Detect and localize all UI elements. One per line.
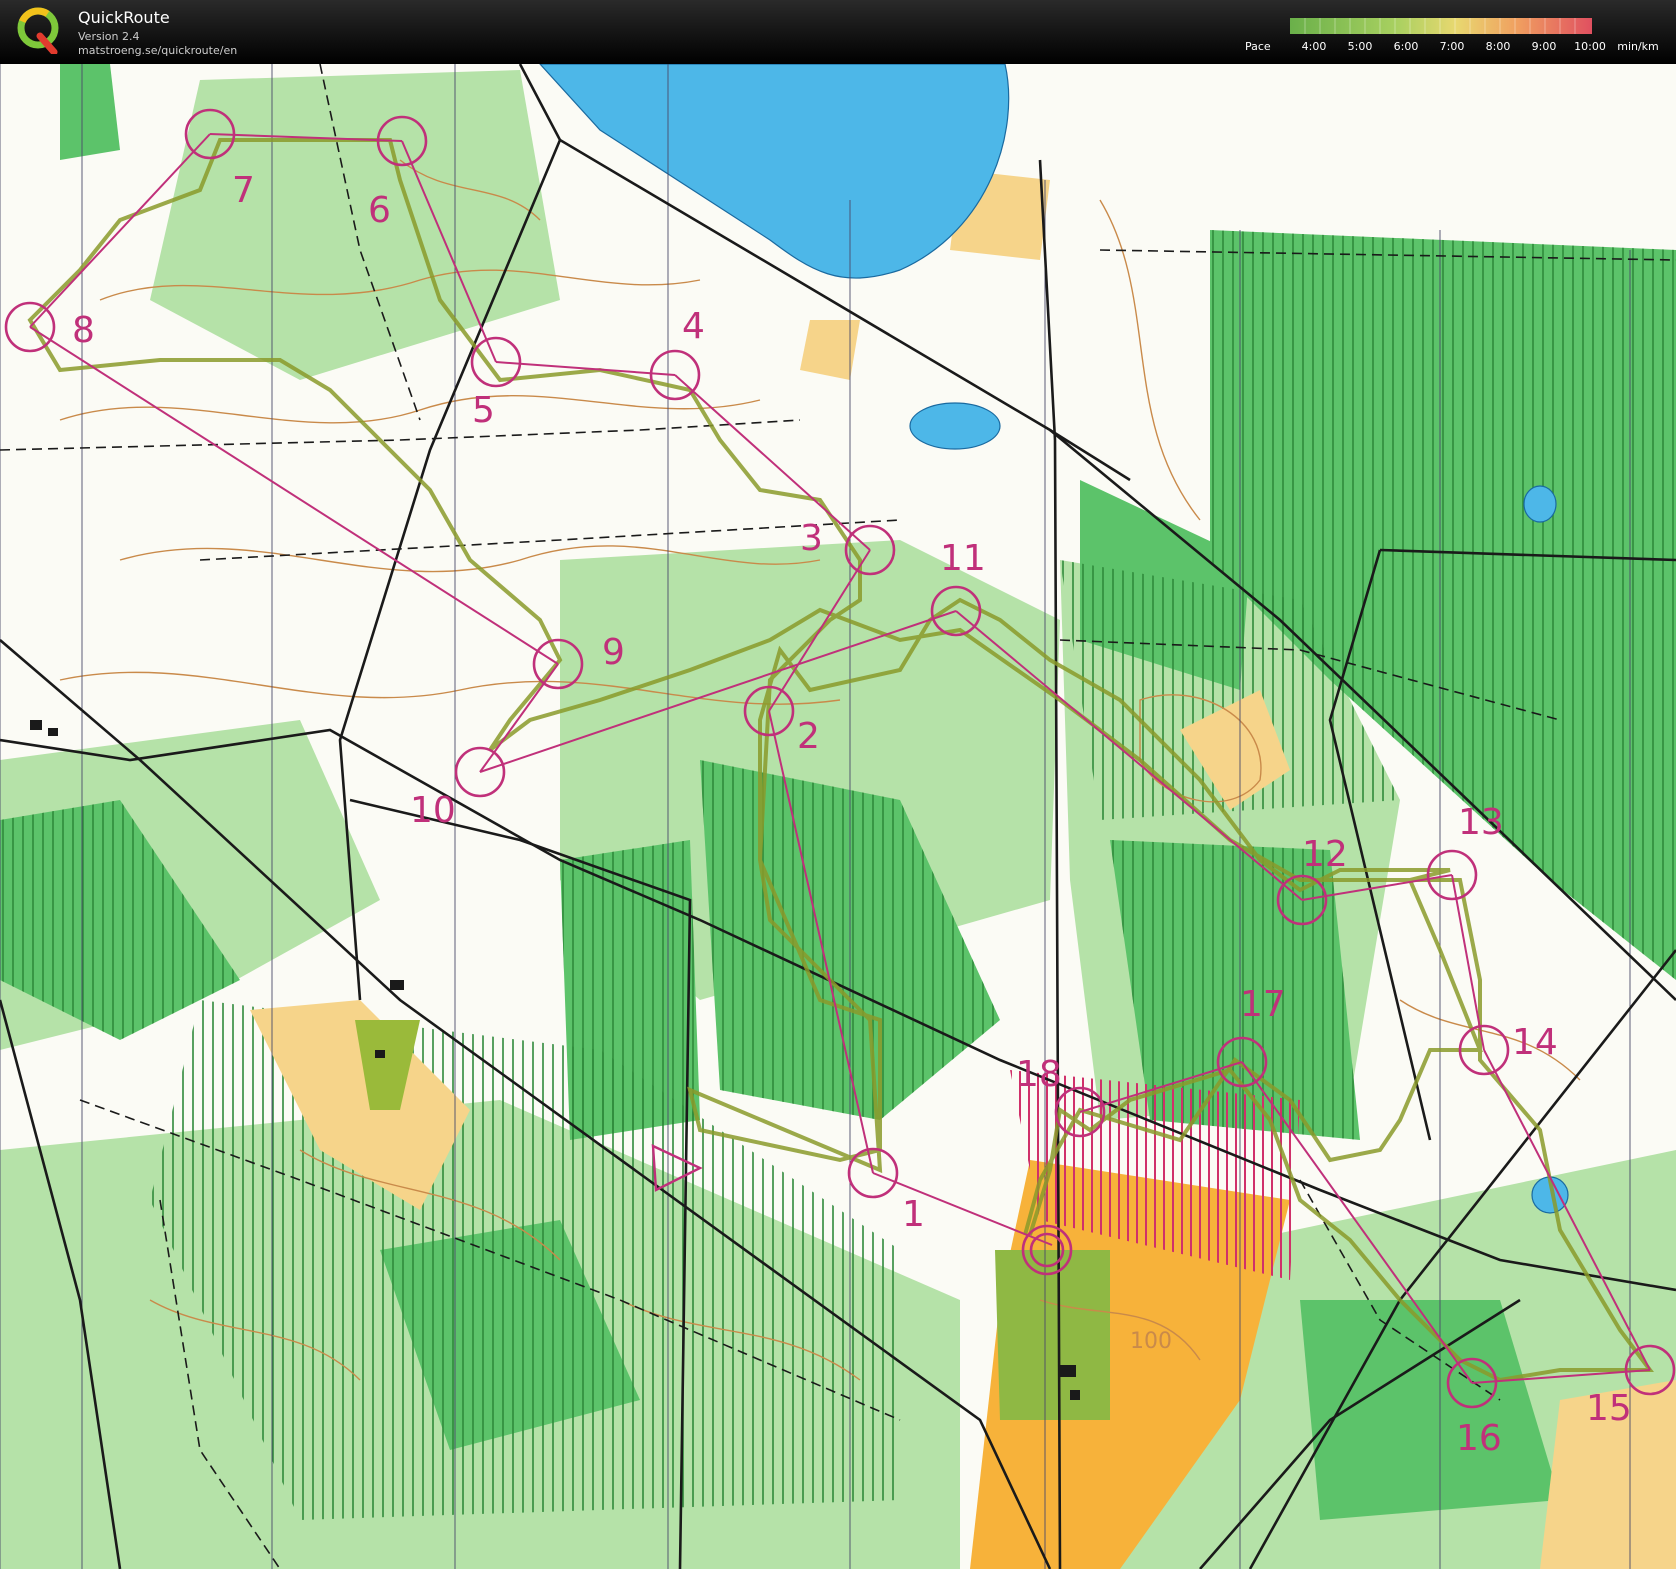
control-number: 15 xyxy=(1586,1388,1632,1429)
pace-unit: min/km xyxy=(1617,40,1659,53)
control-number: 16 xyxy=(1456,1418,1502,1459)
control-number: 4 xyxy=(682,306,705,347)
pace-tick: 4:00 xyxy=(1301,40,1327,53)
orienteering-map[interactable]: 7 6 8 4 5 3 11 9 2 10 12 13 17 14 18 1 1… xyxy=(0,64,1676,1569)
control-number: 18 xyxy=(1016,1054,1062,1095)
app-url: matstroeng.se/quickroute/en xyxy=(78,44,238,57)
control-number: 13 xyxy=(1458,802,1504,843)
pace-tick: 8:00 xyxy=(1485,40,1511,53)
control-number: 8 xyxy=(72,310,95,351)
control-number: 12 xyxy=(1302,834,1348,875)
spot-height-label: 100 xyxy=(1130,1329,1172,1354)
app-version: Version 2.4 xyxy=(78,30,140,43)
control-number: 9 xyxy=(602,632,625,673)
control-number: 11 xyxy=(940,538,986,579)
quickroute-logo-icon xyxy=(17,7,59,54)
pace-tick: 5:00 xyxy=(1347,40,1373,53)
control-number: 14 xyxy=(1512,1022,1558,1063)
map-canvas: 7 6 8 4 5 3 11 9 2 10 12 13 17 14 18 1 1… xyxy=(0,64,1676,1569)
pace-tick: 7:00 xyxy=(1439,40,1465,53)
control-number: 5 xyxy=(472,390,495,431)
pace-tick: 10:00 xyxy=(1574,40,1606,53)
header-bar: QuickRoute Version 2.4 matstroeng.se/qui… xyxy=(0,0,1676,64)
app-title: QuickRoute xyxy=(78,8,170,27)
pace-label: Pace xyxy=(1245,40,1271,53)
pace-tick: 9:00 xyxy=(1531,40,1557,53)
control-number: 6 xyxy=(368,190,391,231)
control-number: 1 xyxy=(902,1194,925,1235)
control-number: 2 xyxy=(797,716,820,757)
pace-tick: 6:00 xyxy=(1393,40,1419,53)
control-number: 7 xyxy=(232,170,255,211)
control-number: 3 xyxy=(800,518,823,559)
control-number: 10 xyxy=(410,790,456,831)
pace-color-scale xyxy=(1290,18,1592,34)
control-number: 17 xyxy=(1240,984,1286,1025)
